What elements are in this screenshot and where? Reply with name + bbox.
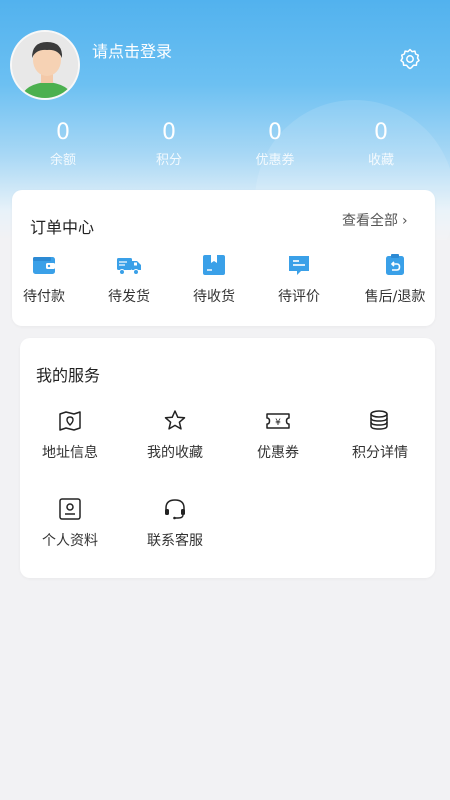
service-points-detail[interactable]: 积分详情 — [330, 408, 430, 462]
order-pending-review[interactable]: 待评价 — [257, 252, 341, 306]
order-item-label: 待评价 — [278, 289, 320, 305]
order-after-sale-refund[interactable]: 售后/退款 — [350, 252, 440, 306]
coupon-icon: ¥ — [266, 413, 290, 429]
chevron-right-icon: › — [402, 213, 408, 229]
stat-label: 余额 — [49, 153, 76, 168]
service-address[interactable]: 地址信息 — [20, 408, 120, 462]
order-item-label: 待付款 — [23, 289, 65, 305]
view-all-orders-link[interactable]: 查看全部 › — [342, 210, 408, 230]
stat-coupons[interactable]: 0 优惠券 — [222, 118, 328, 172]
truck-icon — [117, 258, 141, 275]
service-label: 积分详情 — [352, 445, 408, 461]
service-customer-support[interactable]: 联系客服 — [125, 496, 225, 550]
svg-text:¥: ¥ — [275, 418, 281, 428]
coins-icon — [370, 410, 388, 430]
headset-icon — [165, 499, 185, 520]
order-center-card: 订单中心 查看全部 › 待付款 待发货 待收货 待评价 售后/退款 — [12, 190, 435, 326]
map-icon — [59, 411, 81, 431]
wallet-icon — [33, 257, 55, 274]
order-item-label: 售后/退款 — [364, 289, 426, 305]
profile-card-icon — [59, 498, 81, 520]
stat-value: 0 — [268, 120, 282, 145]
stat-label: 积分 — [155, 153, 182, 168]
service-profile[interactable]: 个人资料 — [20, 496, 120, 550]
service-label: 地址信息 — [42, 445, 98, 461]
comment-icon — [289, 256, 309, 275]
stat-label: 收藏 — [367, 153, 394, 168]
service-label: 个人资料 — [42, 533, 98, 549]
my-services-card: 我的服务 地址信息 我的收藏 ¥ 优惠券 积分详情 个人资料 联系客服 — [20, 338, 435, 578]
order-pending-shipment[interactable]: 待发货 — [87, 252, 171, 306]
stat-points[interactable]: 0 积分 — [116, 118, 222, 172]
login-prompt[interactable]: 请点击登录 — [92, 38, 172, 62]
view-all-label: 查看全部 — [342, 213, 398, 229]
account-stats: 0 余额 0 积分 0 优惠券 0 收藏 — [0, 118, 450, 178]
service-coupons[interactable]: ¥ 优惠券 — [228, 408, 328, 462]
stat-balance[interactable]: 0 余额 — [10, 118, 116, 172]
refund-icon — [386, 254, 404, 275]
stat-label: 优惠券 — [255, 153, 295, 168]
order-item-label: 待收货 — [193, 289, 235, 305]
stat-value: 0 — [162, 120, 176, 145]
order-center-title: 订单中心 — [30, 218, 95, 237]
star-icon — [164, 410, 186, 430]
gear-icon[interactable] — [398, 47, 422, 71]
order-pending-receipt[interactable]: 待收货 — [172, 252, 256, 306]
my-services-title: 我的服务 — [36, 366, 101, 385]
stat-favorites[interactable]: 0 收藏 — [328, 118, 434, 172]
service-label: 联系客服 — [147, 533, 203, 549]
package-icon — [203, 255, 225, 275]
service-favorites[interactable]: 我的收藏 — [125, 408, 225, 462]
stat-value: 0 — [56, 120, 70, 145]
stat-value: 0 — [374, 120, 388, 145]
service-label: 我的收藏 — [147, 445, 203, 461]
avatar[interactable] — [10, 30, 80, 100]
order-pending-payment[interactable]: 待付款 — [2, 252, 86, 306]
service-label: 优惠券 — [257, 445, 299, 461]
order-item-label: 待发货 — [108, 289, 150, 305]
